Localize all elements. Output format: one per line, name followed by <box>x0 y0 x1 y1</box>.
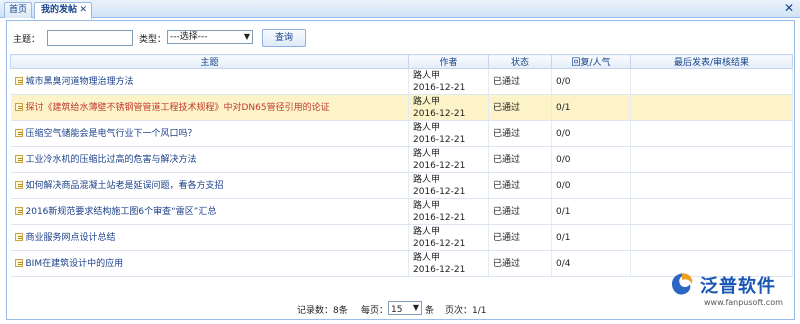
row-author: 路人甲 2016-12-21 <box>408 146 489 173</box>
tab-my-posts[interactable]: 我的发帖 ✕ <box>34 2 92 19</box>
row-status: 已通过 <box>488 120 552 147</box>
row-last <box>630 146 793 173</box>
row-status: 已通过 <box>488 198 552 225</box>
header-status[interactable]: 状态 <box>488 54 552 69</box>
table-row[interactable]: 商业服务网点设计总结 路人甲 2016-12-21 已通过 0/1 <box>10 224 793 251</box>
search-bar: 主题： 类型： ---选择--- ▼ 查询 <box>11 29 711 47</box>
query-button[interactable]: 查询 <box>262 29 306 47</box>
logo-name: 泛普软件 <box>700 276 776 297</box>
row-author: 路人甲 2016-12-21 <box>408 94 489 121</box>
row-last <box>630 120 793 147</box>
row-author: 路人甲 2016-12-21 <box>408 224 489 251</box>
header-subject[interactable]: 主题 <box>10 54 409 69</box>
row-subject[interactable]: 工业冷水机的压缩比过高的危害与解决方法 <box>10 146 409 173</box>
row-replies: 0/1 <box>551 94 631 121</box>
header-last[interactable]: 最后发表/审核结果 <box>630 54 793 69</box>
table-row[interactable]: 探讨《建筑给水薄壁不锈钢管管道工程技术规程》中对DN65管径引用的论证 路人甲 2… <box>10 94 793 121</box>
post-icon <box>14 154 23 163</box>
row-author: 路人甲 2016-12-21 <box>408 250 489 277</box>
row-status: 已通过 <box>488 250 552 277</box>
tab-home[interactable]: 首页 <box>4 2 32 18</box>
row-subject[interactable]: 2016新规范要求结构施工图6个审查“雷区”汇总 <box>10 198 409 225</box>
header-author[interactable]: 作者 <box>408 54 489 69</box>
fanpu-logo-icon <box>672 273 693 295</box>
row-replies: 0/4 <box>551 250 631 277</box>
table-row[interactable]: 2016新规范要求结构施工图6个审查“雷区”汇总 路人甲 2016-12-21 已… <box>10 198 793 225</box>
row-subject[interactable]: 探讨《建筑给水薄壁不锈钢管管道工程技术规程》中对DN65管径引用的论证 <box>10 94 409 121</box>
tab-bar: 首页 我的发帖 ✕ ✕ <box>0 0 800 19</box>
row-last <box>630 224 793 251</box>
row-author: 路人甲 2016-12-21 <box>408 120 489 147</box>
table-row[interactable]: 城市黑臭河道物理治理方法 路人甲 2016-12-21 已通过 0/0 <box>10 68 793 95</box>
page-info: 页次：1/1 <box>445 306 487 316</box>
chevron-down-icon: ▼ <box>412 303 419 312</box>
logo-url: www.fanpusoft.com <box>704 298 783 307</box>
row-status: 已通过 <box>488 146 552 173</box>
row-last <box>630 68 793 95</box>
table-row[interactable]: 工业冷水机的压缩比过高的危害与解决方法 路人甲 2016-12-21 已通过 0/… <box>10 146 793 173</box>
post-icon <box>14 180 23 189</box>
subject-input[interactable] <box>47 30 133 46</box>
window-close-icon[interactable]: ✕ <box>784 1 794 15</box>
per-page-value: 15 <box>391 305 403 315</box>
table-row[interactable]: 压缩空气储能会是电气行业下一个风口吗？ 路人甲 2016-12-21 已通过 0/… <box>10 120 793 147</box>
per-page-select[interactable]: 15 ▼ <box>388 301 422 315</box>
row-subject[interactable]: 压缩空气储能会是电气行业下一个风口吗？ <box>10 120 409 147</box>
post-icon <box>14 76 23 85</box>
row-subject[interactable]: 城市黑臭河道物理治理方法 <box>10 68 409 95</box>
row-last <box>630 198 793 225</box>
chevron-down-icon: ▼ <box>243 32 250 41</box>
type-select-value: ---选择--- <box>170 32 208 42</box>
row-last <box>630 172 793 199</box>
per-page-label: 每页： <box>361 306 389 316</box>
row-replies: 0/1 <box>551 224 631 251</box>
subject-label: 主题： <box>13 35 41 45</box>
per-page-unit: 条 <box>425 306 435 316</box>
table-row[interactable]: 如何解决商品混凝土站老是延误问题，看各方支招 路人甲 2016-12-21 已通过… <box>10 172 793 199</box>
row-replies: 0/0 <box>551 120 631 147</box>
row-subject[interactable]: 如何解决商品混凝土站老是延误问题，看各方支招 <box>10 172 409 199</box>
row-replies: 0/0 <box>551 146 631 173</box>
row-status: 已通过 <box>488 172 552 199</box>
row-subject[interactable]: BIM在建筑设计中的应用 <box>10 250 409 277</box>
posts-table: 主题 作者 状态 回复/人气 最后发表/审核结果 城市黑臭河道物理治理方法 路人… <box>10 54 793 277</box>
row-status: 已通过 <box>488 68 552 95</box>
post-icon <box>14 128 23 137</box>
tab-my-posts-label: 我的发帖 <box>41 5 78 15</box>
post-icon <box>14 232 23 241</box>
row-status: 已通过 <box>488 94 552 121</box>
header-replies[interactable]: 回复/人气 <box>551 54 631 69</box>
row-author: 路人甲 2016-12-21 <box>408 198 489 225</box>
post-icon <box>14 258 23 267</box>
row-replies: 0/0 <box>551 172 631 199</box>
type-label: 类型： <box>139 35 167 45</box>
row-author: 路人甲 2016-12-21 <box>408 68 489 95</box>
row-status: 已通过 <box>488 224 552 251</box>
row-replies: 0/0 <box>551 68 631 95</box>
post-icon <box>14 102 23 111</box>
row-last <box>630 94 793 121</box>
row-replies: 0/1 <box>551 198 631 225</box>
brand-logo: 泛普软件 www.fanpusoft.com <box>664 268 794 320</box>
record-count: 记录数：8条 <box>297 306 348 316</box>
close-icon[interactable]: ✕ <box>79 3 87 18</box>
row-subject[interactable]: 商业服务网点设计总结 <box>10 224 409 251</box>
row-author: 路人甲 2016-12-21 <box>408 172 489 199</box>
type-select[interactable]: ---选择--- ▼ <box>167 30 253 44</box>
table-header-row: 主题 作者 状态 回复/人气 最后发表/审核结果 <box>10 54 793 69</box>
post-icon <box>14 206 23 215</box>
